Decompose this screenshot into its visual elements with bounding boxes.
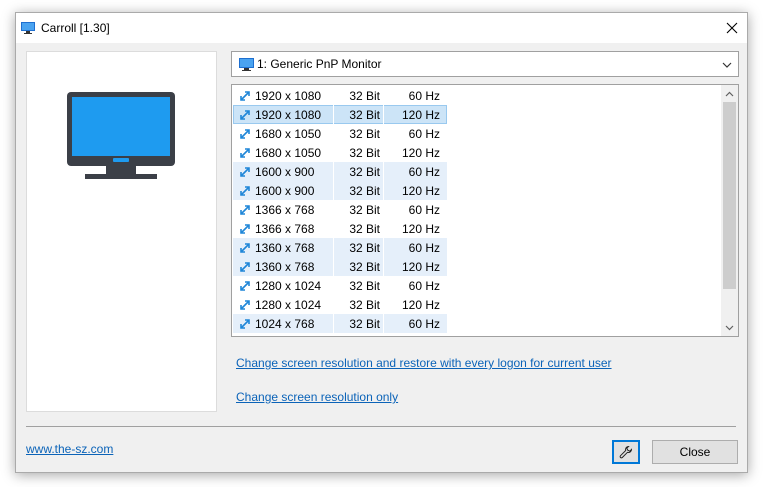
resize-arrow-icon	[240, 129, 250, 139]
divider	[26, 426, 736, 427]
mode-bit-depth: 32 Bit	[349, 222, 380, 236]
mode-refresh-rate: 60 Hz	[408, 203, 440, 217]
mode-bit-depth: 32 Bit	[349, 298, 380, 312]
monitor-dropdown-value: 1: Generic PnP Monitor	[257, 57, 382, 71]
mode-refresh-rate: 60 Hz	[408, 317, 440, 331]
monitor-icon	[239, 58, 254, 71]
mode-bit-depth: 32 Bit	[349, 89, 380, 103]
window-title: Carroll [1.30]	[41, 21, 110, 35]
mode-bit-depth: 32 Bit	[349, 279, 380, 293]
mode-bit-depth: 32 Bit	[349, 317, 380, 331]
mode-resolution: 1920 x 1080	[255, 108, 322, 122]
resize-arrow-icon	[240, 243, 250, 253]
mode-resolution: 1360 x 768	[255, 260, 315, 274]
website-link[interactable]: www.the-sz.com	[26, 442, 113, 456]
mode-row[interactable]: 1280 x 1024 32 Bit 60 Hz	[233, 276, 447, 295]
resize-arrow-icon	[240, 110, 250, 120]
mode-resolution: 1600 x 900	[255, 184, 315, 198]
resize-arrow-icon	[240, 300, 250, 310]
mode-resolution: 1920 x 1080	[255, 89, 322, 103]
mode-resolution: 1366 x 768	[255, 203, 315, 217]
close-button[interactable]: Close	[652, 440, 738, 464]
mode-row[interactable]: 1600 x 900 32 Bit 120 Hz	[233, 181, 447, 200]
mode-row[interactable]: 1366 x 768 32 Bit 60 Hz	[233, 200, 447, 219]
chevron-up-icon	[725, 91, 734, 96]
mode-bit-depth: 32 Bit	[349, 203, 380, 217]
resize-arrow-icon	[240, 91, 250, 101]
monitor-app-icon	[21, 22, 35, 34]
mode-resolution: 1024 x 768	[255, 317, 315, 331]
mode-row[interactable]: 1920 x 1080 32 Bit 60 Hz	[233, 86, 447, 105]
mode-refresh-rate: 120 Hz	[401, 108, 440, 122]
wrench-icon	[619, 445, 633, 459]
mode-refresh-rate: 60 Hz	[408, 241, 440, 255]
carroll-window: Carroll [1.30] 1: Generic PnP Monitor 19…	[15, 12, 748, 473]
mode-row[interactable]: 1600 x 900 32 Bit 60 Hz	[233, 162, 447, 181]
mode-resolution: 1366 x 768	[255, 222, 315, 236]
scroll-down-button[interactable]	[721, 319, 738, 336]
mode-refresh-rate: 60 Hz	[408, 89, 440, 103]
resize-arrow-icon	[240, 281, 250, 291]
restore-every-logon-link[interactable]: Change screen resolution and restore wit…	[236, 356, 612, 370]
mode-resolution: 1680 x 1050	[255, 146, 322, 160]
title-bar: Carroll [1.30]	[16, 13, 747, 43]
mode-row[interactable]: 1360 x 768 32 Bit 120 Hz	[233, 257, 447, 276]
mode-bit-depth: 32 Bit	[349, 165, 380, 179]
mode-bit-depth: 32 Bit	[349, 241, 380, 255]
window-close-button[interactable]	[717, 13, 747, 43]
mode-row[interactable]: 1680 x 1050 32 Bit 120 Hz	[233, 143, 447, 162]
monitor-illustration-icon	[67, 92, 175, 179]
chevron-down-icon	[725, 325, 734, 330]
mode-row[interactable]: 1366 x 768 32 Bit 120 Hz	[233, 219, 447, 238]
scroll-up-button[interactable]	[721, 85, 738, 102]
mode-refresh-rate: 120 Hz	[401, 298, 440, 312]
mode-resolution: 1360 x 768	[255, 241, 315, 255]
mode-refresh-rate: 120 Hz	[401, 222, 440, 236]
monitor-dropdown[interactable]: 1: Generic PnP Monitor	[231, 51, 739, 77]
display-mode-list[interactable]: 1920 x 1080 32 Bit 60 Hz 1920 x 1080 32 Bit 1…	[231, 84, 739, 337]
mode-resolution: 1680 x 1050	[255, 127, 322, 141]
mode-bit-depth: 32 Bit	[349, 184, 380, 198]
mode-resolution: 1280 x 1024	[255, 298, 322, 312]
mode-row[interactable]: 1024 x 768 32 Bit 60 Hz	[233, 314, 447, 333]
mode-bit-depth: 32 Bit	[349, 108, 380, 122]
resize-arrow-icon	[240, 148, 250, 158]
mode-refresh-rate: 60 Hz	[408, 165, 440, 179]
vertical-scrollbar[interactable]	[721, 85, 738, 336]
mode-bit-depth: 32 Bit	[349, 260, 380, 274]
mode-rows: 1920 x 1080 32 Bit 60 Hz 1920 x 1080 32 Bit 1…	[233, 86, 721, 333]
mode-refresh-rate: 120 Hz	[401, 260, 440, 274]
close-icon	[726, 22, 738, 34]
mode-refresh-rate: 60 Hz	[408, 127, 440, 141]
mode-row[interactable]: 1360 x 768 32 Bit 60 Hz	[233, 238, 447, 257]
resize-arrow-icon	[240, 205, 250, 215]
resize-arrow-icon	[240, 319, 250, 329]
monitor-preview-panel	[26, 51, 217, 412]
mode-row[interactable]: 1680 x 1050 32 Bit 60 Hz	[233, 124, 447, 143]
resize-arrow-icon	[240, 186, 250, 196]
chevron-down-icon	[722, 62, 732, 68]
resize-arrow-icon	[240, 262, 250, 272]
mode-refresh-rate: 60 Hz	[408, 279, 440, 293]
tools-button[interactable]	[612, 440, 640, 464]
mode-refresh-rate: 120 Hz	[401, 184, 440, 198]
mode-row[interactable]: 1920 x 1080 32 Bit 120 Hz	[233, 105, 447, 124]
change-resolution-only-link[interactable]: Change screen resolution only	[236, 390, 398, 404]
mode-refresh-rate: 120 Hz	[401, 146, 440, 160]
mode-row[interactable]: 1280 x 1024 32 Bit 120 Hz	[233, 295, 447, 314]
mode-resolution: 1280 x 1024	[255, 279, 322, 293]
scroll-thumb[interactable]	[723, 102, 736, 289]
mode-resolution: 1600 x 900	[255, 165, 315, 179]
mode-bit-depth: 32 Bit	[349, 146, 380, 160]
resize-arrow-icon	[240, 224, 250, 234]
mode-bit-depth: 32 Bit	[349, 127, 380, 141]
resize-arrow-icon	[240, 167, 250, 177]
